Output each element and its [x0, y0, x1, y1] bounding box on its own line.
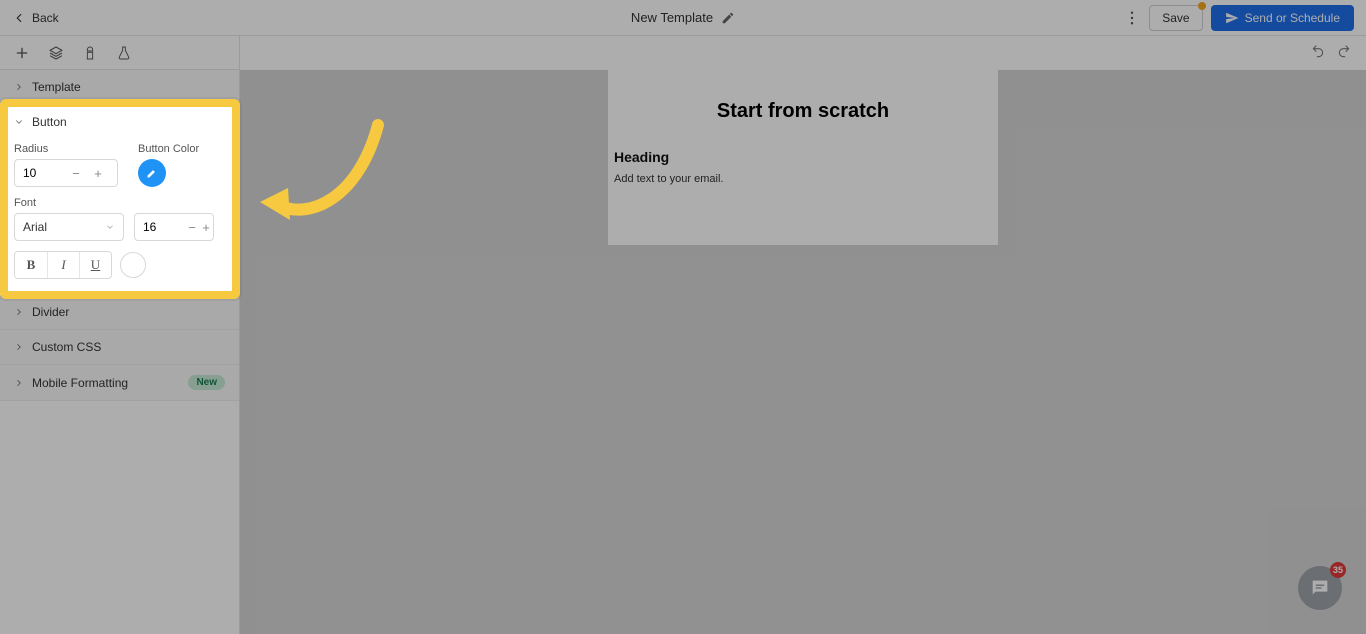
- template-title-wrap[interactable]: New Template: [631, 10, 735, 25]
- text-color-swatch[interactable]: [120, 252, 146, 278]
- panel-divider-label: Divider: [32, 305, 69, 319]
- canvas-heading: Heading: [614, 149, 992, 165]
- font-size-increment[interactable]: +: [199, 214, 213, 240]
- chevron-down-icon: [105, 222, 115, 232]
- canvas-background[interactable]: Start from scratch Heading Add text to y…: [240, 70, 1366, 634]
- new-badge: New: [188, 375, 225, 390]
- chat-badge: 35: [1330, 562, 1346, 578]
- panel-button-body: Radius − + Button Color: [0, 139, 239, 289]
- button-color-label: Button Color: [138, 143, 199, 155]
- font-size-input-wrap: − +: [134, 213, 214, 241]
- layers-icon[interactable]: [48, 45, 64, 61]
- radius-decrement[interactable]: −: [65, 160, 87, 186]
- save-button[interactable]: Save: [1149, 5, 1202, 31]
- arrow-left-icon: [12, 11, 26, 25]
- canvas-block[interactable]: Heading Add text to your email.: [608, 149, 998, 185]
- add-icon[interactable]: [14, 45, 30, 61]
- panel-template-label: Template: [32, 80, 81, 94]
- tool-row: [0, 36, 239, 70]
- chevron-right-icon: [14, 307, 24, 317]
- undo-icon[interactable]: [1310, 42, 1326, 58]
- button-color-field: Button Color: [138, 143, 199, 187]
- chat-button[interactable]: 35: [1298, 566, 1342, 610]
- chevron-right-icon: [14, 82, 24, 92]
- pencil-icon: [146, 167, 158, 179]
- history-controls: [1310, 42, 1352, 58]
- send-label: Send or Schedule: [1245, 11, 1340, 25]
- email-canvas[interactable]: Start from scratch Heading Add text to y…: [608, 70, 998, 245]
- panel-mobile-formatting[interactable]: Mobile Formatting New: [0, 365, 239, 401]
- flask-icon[interactable]: [116, 45, 132, 61]
- radius-input[interactable]: [15, 166, 65, 180]
- chat-icon: [1309, 577, 1331, 599]
- unsaved-indicator-icon: [1198, 2, 1206, 10]
- main-area: Template Button Radius −: [0, 36, 1366, 634]
- text-format-row: B I U: [14, 251, 225, 279]
- panel-template[interactable]: Template: [0, 70, 239, 105]
- button-color-swatch[interactable]: [138, 159, 166, 187]
- panel-divider[interactable]: Divider: [0, 295, 239, 330]
- text-style-segment: B I U: [14, 251, 112, 279]
- save-label: Save: [1162, 11, 1189, 25]
- italic-button[interactable]: I: [47, 252, 79, 278]
- font-label: Font: [14, 197, 225, 209]
- send-or-schedule-button[interactable]: Send or Schedule: [1211, 5, 1354, 31]
- chevron-right-icon: [14, 342, 24, 352]
- panel-mobile-formatting-label: Mobile Formatting: [32, 376, 128, 390]
- panel-custom-css-label: Custom CSS: [32, 340, 101, 354]
- panel-button-label: Button: [32, 115, 67, 129]
- radius-field: Radius − +: [14, 143, 118, 187]
- bold-button[interactable]: B: [15, 252, 47, 278]
- chevron-right-icon: [14, 378, 24, 388]
- underline-button[interactable]: U: [79, 252, 111, 278]
- font-family-select[interactable]: Arial: [14, 213, 124, 241]
- template-title: New Template: [631, 10, 713, 25]
- canvas-title: Start from scratch: [608, 100, 998, 123]
- font-size-input[interactable]: [135, 220, 185, 234]
- chevron-down-icon: [14, 117, 24, 127]
- canvas-wrap: Start from scratch Heading Add text to y…: [240, 36, 1366, 634]
- back-button[interactable]: Back: [12, 11, 59, 25]
- panel-button-header[interactable]: Button: [0, 105, 239, 139]
- back-label: Back: [32, 11, 59, 25]
- font-size-decrement[interactable]: −: [185, 214, 199, 240]
- font-family-value: Arial: [23, 220, 47, 234]
- radius-label: Radius: [14, 143, 118, 155]
- redo-icon[interactable]: [1336, 42, 1352, 58]
- font-field: Font Arial − +: [14, 197, 225, 241]
- radius-input-wrap: − +: [14, 159, 118, 187]
- design-icon[interactable]: [82, 45, 98, 61]
- canvas-body-text: Add text to your email.: [614, 173, 992, 185]
- panel-custom-css[interactable]: Custom CSS: [0, 330, 239, 365]
- edit-icon: [721, 11, 735, 25]
- sidebar: Template Button Radius −: [0, 36, 240, 634]
- top-bar: Back New Template Save Send or Schedule: [0, 0, 1366, 36]
- panel-button: Button Radius − + Button: [0, 105, 239, 295]
- highlight-wrap: Button Radius − + Button: [0, 105, 239, 295]
- radius-increment[interactable]: +: [87, 160, 109, 186]
- more-menu-icon[interactable]: [1123, 9, 1141, 27]
- send-icon: [1225, 11, 1239, 25]
- topbar-actions: Save Send or Schedule: [1123, 5, 1354, 31]
